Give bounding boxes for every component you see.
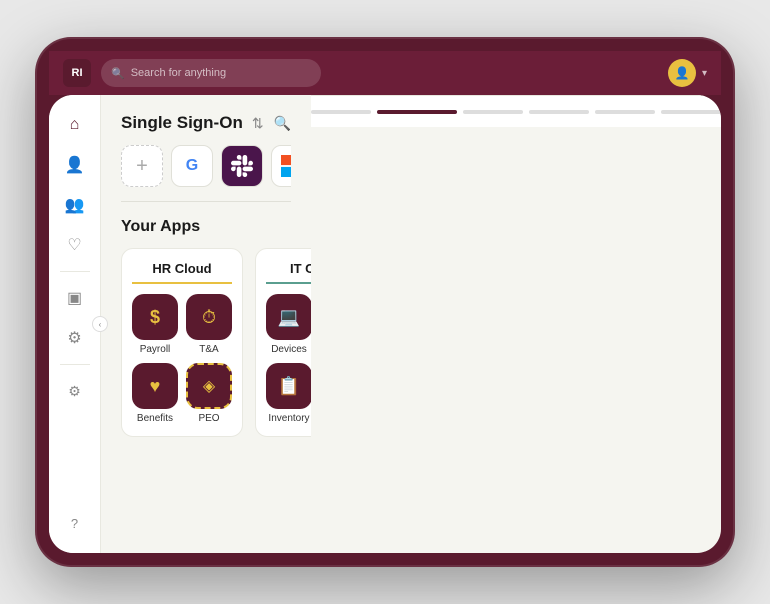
devices-label: Devices: [271, 344, 307, 355]
sidebar-divider-2: [60, 364, 90, 365]
sso-add-app-btn[interactable]: +: [121, 145, 163, 187]
top-bar: RI 🔍 Search for anything 👤 ▾: [49, 51, 721, 95]
app-item-benefits[interactable]: ♥ Benefits: [132, 363, 178, 424]
sidebar-item-users[interactable]: 👥: [57, 187, 93, 223]
sso-section-header: Single Sign-On ⇅ 🔍: [121, 113, 291, 133]
app-item-peo[interactable]: ◈ PEO: [186, 363, 232, 424]
hr-cloud-title: HR Cloud: [132, 261, 232, 284]
main-content: Single Sign-On ⇅ 🔍 + G: [101, 95, 311, 553]
avatar[interactable]: 👤: [668, 59, 696, 87]
sidebar-item-favorites[interactable]: ♡: [57, 227, 93, 263]
sidebar: ⌂ 👤 👥 ♡ ▣ ⚙ ⚙ ? ‹: [49, 95, 101, 553]
cloud-card-it: IT Cloud 💻 Devices: [255, 248, 311, 437]
bottom-tabs: [311, 95, 721, 127]
search-bar[interactable]: 🔍 Search for anything: [101, 59, 321, 87]
inventory-label: Inventory: [268, 413, 309, 424]
your-apps-title: Your Apps: [121, 218, 291, 236]
bottom-tab-4[interactable]: [529, 110, 589, 114]
payroll-icon: $: [132, 294, 178, 340]
tablet-device: RI 🔍 Search for anything 👤 ▾ ⌂ 👤 👥 ♡ ▣ ⚙…: [35, 37, 735, 567]
search-placeholder: Search for anything: [131, 67, 226, 79]
sidebar-item-help[interactable]: ?: [57, 505, 93, 541]
it-cloud-title: IT Cloud: [266, 261, 311, 284]
search-icon: 🔍: [111, 67, 125, 80]
sso-app-slack[interactable]: [221, 145, 263, 187]
ta-icon: ⏱: [186, 294, 232, 340]
top-bar-right: 👤 ▾: [668, 59, 707, 87]
sidebar-item-team[interactable]: 👤: [57, 147, 93, 183]
tablet-screen: ⌂ 👤 👥 ♡ ▣ ⚙ ⚙ ? ‹ Single Sign-On ⇅: [49, 95, 721, 553]
peo-label: PEO: [198, 413, 219, 424]
peo-icon: ◈: [186, 363, 232, 409]
filter-icon[interactable]: ⇅: [252, 115, 264, 132]
bottom-tab-2[interactable]: [377, 110, 457, 114]
content-wrapper: ⌂ 👤 👥 ♡ ▣ ⚙ ⚙ ? ‹ Single Sign-On ⇅: [49, 95, 311, 553]
payroll-label: Payroll: [140, 344, 171, 355]
sidebar-divider: [60, 271, 90, 272]
bottom-tab-3[interactable]: [463, 110, 523, 114]
app-item-ta[interactable]: ⏱ T&A: [186, 294, 232, 355]
sso-app-office365[interactable]: [271, 145, 291, 187]
ta-label: T&A: [199, 344, 218, 355]
app-item-devices[interactable]: 💻 Devices: [266, 294, 311, 355]
sidebar-item-monitor[interactable]: ▣: [57, 280, 93, 316]
chevron-down-icon[interactable]: ▾: [702, 68, 707, 79]
sso-title: Single Sign-On: [121, 113, 243, 133]
sidebar-item-group-settings[interactable]: ⚙: [57, 373, 93, 409]
hr-apps-grid: $ Payroll ⏱ T&A: [132, 294, 232, 424]
sso-app-google[interactable]: G: [171, 145, 213, 187]
sso-apps-row: + G ☁: [121, 145, 291, 202]
sidebar-item-settings[interactable]: ⚙: [57, 320, 93, 356]
bottom-tab-1[interactable]: [311, 110, 371, 114]
benefits-icon: ♥: [132, 363, 178, 409]
app-clouds-grid: HR Cloud $ Payroll ⏱: [121, 248, 291, 437]
inventory-icon: 📋: [266, 363, 311, 409]
cloud-card-hr: HR Cloud $ Payroll ⏱: [121, 248, 243, 437]
sso-section-actions: ⇅ 🔍: [252, 115, 291, 132]
devices-icon: 💻: [266, 294, 311, 340]
bottom-tab-5[interactable]: [595, 110, 655, 114]
search-icon[interactable]: 🔍: [274, 115, 291, 132]
sidebar-item-home[interactable]: ⌂: [57, 107, 93, 143]
app-item-payroll[interactable]: $ Payroll: [132, 294, 178, 355]
benefits-label: Benefits: [137, 413, 173, 424]
it-apps-grid: 💻 Devices: [266, 294, 311, 424]
app-item-inventory[interactable]: 📋 Inventory: [266, 363, 311, 424]
sidebar-collapse-btn[interactable]: ‹: [92, 316, 108, 332]
bottom-tab-6[interactable]: [661, 110, 721, 114]
app-logo: RI: [63, 59, 91, 87]
